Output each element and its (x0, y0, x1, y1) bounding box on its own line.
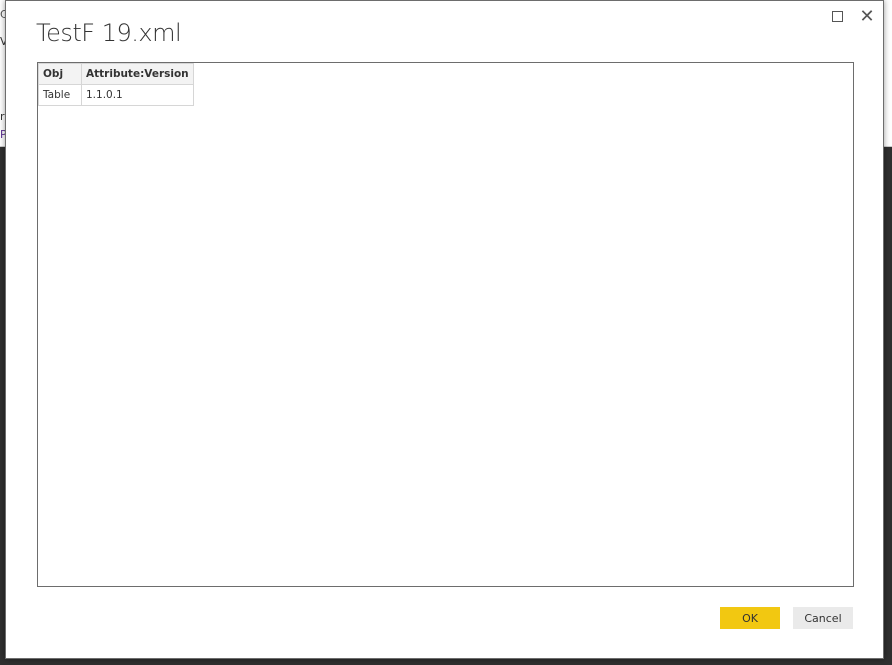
table-row: Table 1.1.0.1 (38, 84, 194, 106)
column-header-obj[interactable]: Obj (38, 63, 82, 85)
table-cell[interactable]: 1.1.0.1 (81, 84, 194, 106)
cancel-button[interactable]: Cancel (793, 607, 853, 629)
preview-dialog: TestF 19.xml ✕ Obj Attribute:Version Tab… (5, 0, 884, 659)
preview-table: Obj Attribute:Version Table 1.1.0.1 (38, 63, 194, 106)
table-header-row: Obj Attribute:Version (38, 63, 194, 85)
close-button[interactable]: ✕ (856, 5, 878, 27)
column-header-attribute-version[interactable]: Attribute:Version (81, 63, 194, 85)
ok-button[interactable]: OK (720, 607, 780, 629)
table-cell[interactable]: Table (38, 84, 82, 106)
close-icon: ✕ (859, 5, 875, 27)
data-preview: Obj Attribute:Version Table 1.1.0.1 (37, 62, 854, 587)
maximize-icon (831, 10, 843, 22)
maximize-button[interactable] (826, 5, 848, 27)
dialog-title: TestF 19.xml (36, 19, 182, 47)
